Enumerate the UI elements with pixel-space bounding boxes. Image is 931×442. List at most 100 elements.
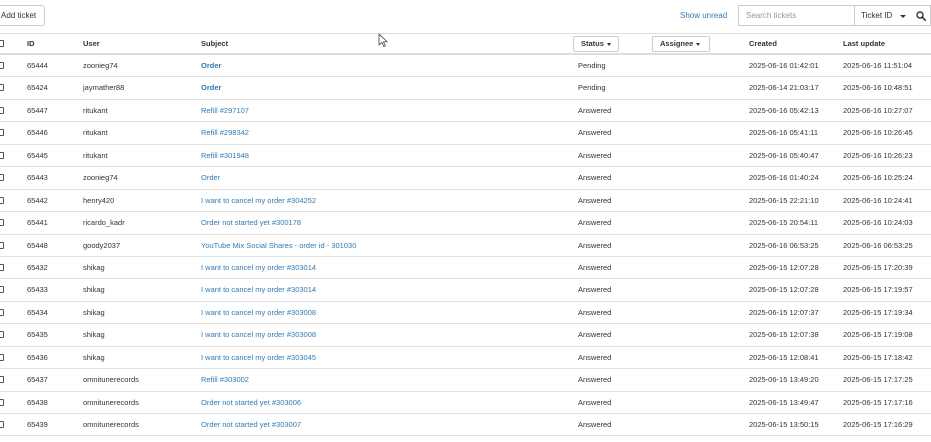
cell-subject[interactable]: Refill #298342 xyxy=(201,122,249,144)
cell-created: 2025-06-15 13:49:20 xyxy=(749,375,819,385)
row-checkbox[interactable] xyxy=(0,84,4,92)
row-checkbox[interactable] xyxy=(0,241,4,249)
select-all-checkbox[interactable] xyxy=(0,40,4,47)
row-checkbox[interactable] xyxy=(0,129,4,137)
table-row[interactable]: 65441 ricardo_kadr Order not started yet #… xyxy=(0,212,931,235)
cell-subject[interactable]: Order xyxy=(201,167,220,189)
cell-id: 65447 xyxy=(27,105,48,115)
toolbar: Add ticket Show unread Ticket ID xyxy=(0,0,931,33)
search-field-select[interactable]: Ticket ID xyxy=(854,5,912,26)
table-row[interactable]: 65445 ritukant Refill #301948 Answered 2025-… xyxy=(0,145,931,168)
mouse-cursor-icon xyxy=(378,33,388,48)
cell-subject[interactable]: Refill #301948 xyxy=(201,145,249,167)
table-row[interactable]: 65433 shikag I want to cancel my order #30… xyxy=(0,279,931,302)
cell-subject[interactable]: Order xyxy=(201,77,221,99)
add-ticket-button[interactable]: Add ticket xyxy=(0,5,46,26)
row-checkbox[interactable] xyxy=(0,151,4,159)
cell-id: 65434 xyxy=(27,307,48,317)
header-id[interactable]: ID xyxy=(27,34,35,54)
cell-subject[interactable]: I want to cancel my order #303008 xyxy=(201,302,316,324)
cell-user: goody2037 xyxy=(83,240,121,250)
search-input[interactable] xyxy=(738,5,855,26)
table-row[interactable]: 65447 ritukant Refill #297107 Answered 2025-… xyxy=(0,100,931,123)
header-created[interactable]: Created xyxy=(749,34,777,54)
cell-created: 2025-06-15 12:07:37 xyxy=(749,307,819,317)
table-row[interactable]: 65424 jaymather88 Order Pending 2025-06-14 2… xyxy=(0,77,931,100)
cell-subject[interactable]: Refill #297107 xyxy=(201,100,249,122)
cell-created: 2025-06-15 13:50:15 xyxy=(749,420,819,429)
cell-status: Answered xyxy=(578,352,612,362)
table-row[interactable]: 65436 shikag I want to cancel my order #30… xyxy=(0,347,931,370)
cell-user: shikag xyxy=(83,307,105,317)
row-checkbox[interactable] xyxy=(0,421,4,428)
cell-status: Answered xyxy=(578,128,612,138)
cell-user: shikag xyxy=(83,262,105,272)
cell-subject[interactable]: I want to cancel my order #303008 xyxy=(201,324,316,346)
cell-subject[interactable]: Order xyxy=(201,55,221,77)
cell-subject[interactable]: I want to cancel my order #303014 xyxy=(201,257,316,279)
header-subject[interactable]: Subject xyxy=(201,34,228,54)
cell-created: 2025-06-16 05:40:47 xyxy=(749,150,819,160)
cell-status: Answered xyxy=(578,375,612,385)
table-row[interactable]: 65434 shikag I want to cancel my order #30… xyxy=(0,302,931,325)
table-row[interactable]: 65444 zoonieg74 Order Pending 2025-06-16 01:… xyxy=(0,55,931,78)
cell-subject[interactable]: I want to cancel my order #304252 xyxy=(201,190,316,212)
cell-status: Answered xyxy=(578,262,612,272)
search-icon xyxy=(916,11,926,21)
cell-id: 65436 xyxy=(27,352,48,362)
cell-subject[interactable]: Order not started yet #300178 xyxy=(201,212,301,234)
cell-status: Pending xyxy=(578,83,606,93)
row-checkbox[interactable] xyxy=(0,376,4,384)
cell-user: omnitunerecords xyxy=(83,375,139,385)
row-checkbox[interactable] xyxy=(0,196,4,204)
row-checkbox[interactable] xyxy=(0,286,4,294)
cell-subject[interactable]: Order not started yet #303006 xyxy=(201,392,301,414)
status-filter-dropdown[interactable]: Status xyxy=(573,36,619,52)
show-unread-link[interactable]: Show unread xyxy=(680,10,727,22)
row-checkbox[interactable] xyxy=(0,106,4,114)
row-checkbox[interactable] xyxy=(0,174,4,182)
table-row[interactable]: 65446 ritukant Refill #298342 Answered 2025-… xyxy=(0,122,931,145)
table-row[interactable]: 65435 shikag I want to cancel my order #30… xyxy=(0,324,931,347)
table-row[interactable]: 65437 omnitunerecords Refill #303002 Answer… xyxy=(0,369,931,392)
header-last-update[interactable]: Last update xyxy=(843,34,885,54)
row-checkbox[interactable] xyxy=(0,263,4,271)
cell-subject[interactable]: Order not started yet #303007 xyxy=(201,414,301,436)
cell-subject[interactable]: Refill #303002 xyxy=(201,369,249,391)
cell-user: shikag xyxy=(83,352,105,362)
row-checkbox[interactable] xyxy=(0,398,4,406)
cell-subject[interactable]: YouTube Mix Social Shares - order id - 3… xyxy=(201,235,356,257)
row-checkbox[interactable] xyxy=(0,62,4,69)
cell-created: 2025-06-15 20:54:11 xyxy=(749,218,819,228)
cell-user: omnitunerecords xyxy=(83,420,139,429)
search-button[interactable] xyxy=(911,5,931,26)
cell-user: jaymather88 xyxy=(83,83,125,93)
cell-last-update: 2025-06-16 10:25:24 xyxy=(843,173,913,183)
cell-subject[interactable]: I want to cancel my order #303014 xyxy=(201,279,316,301)
status-filter-label: Status xyxy=(581,39,604,48)
cell-id: 65441 xyxy=(27,218,48,228)
cell-created: 2025-06-15 13:49:47 xyxy=(749,397,819,407)
assignee-filter-dropdown[interactable]: Assignee xyxy=(652,36,710,52)
table-row[interactable]: 65443 zoonieg74 Order Answered 2025-06-16 01… xyxy=(0,167,931,190)
table-row[interactable]: 65438 omnitunerecords Order not started ye… xyxy=(0,392,931,414)
cell-id: 65444 xyxy=(27,61,48,70)
table-row[interactable]: 65448 goody2037 YouTube Mix Social Shares … xyxy=(0,235,931,257)
cell-user: zoonieg74 xyxy=(83,173,118,183)
row-checkbox[interactable] xyxy=(0,331,4,339)
cell-id: 65445 xyxy=(27,150,48,160)
cell-last-update: 2025-06-16 10:27:07 xyxy=(843,105,913,115)
cell-id: 65438 xyxy=(27,397,48,407)
row-checkbox[interactable] xyxy=(0,219,4,227)
caret-down-icon xyxy=(606,42,611,46)
row-checkbox[interactable] xyxy=(0,353,4,361)
row-checkbox[interactable] xyxy=(0,308,4,316)
header-user[interactable]: User xyxy=(83,34,100,54)
table-row[interactable]: 65439 omnitunerecords Order not started ye… xyxy=(0,414,931,437)
table-row[interactable]: 65442 henry420 I want to cancel my order #… xyxy=(0,190,931,213)
cell-subject[interactable]: I want to cancel my order #303045 xyxy=(201,347,316,369)
cell-status: Answered xyxy=(578,307,612,317)
cell-last-update: 2025-06-15 17:19:08 xyxy=(843,330,913,340)
table-row[interactable]: 65432 shikag I want to cancel my order #30… xyxy=(0,257,931,280)
cell-status: Answered xyxy=(578,105,612,115)
